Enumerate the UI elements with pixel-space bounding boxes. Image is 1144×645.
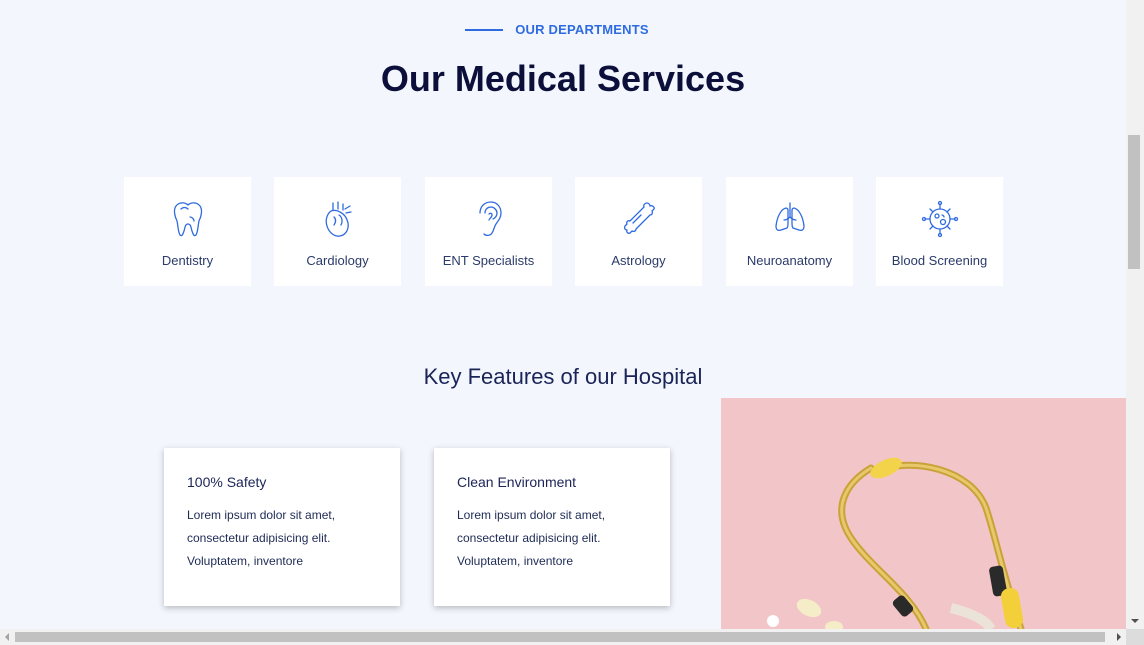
vertical-scrollbar[interactable] bbox=[1126, 0, 1144, 629]
service-label: Astrology bbox=[611, 253, 666, 268]
scroll-down-arrow-icon[interactable] bbox=[1131, 619, 1139, 623]
horizontal-scrollbar[interactable] bbox=[0, 629, 1126, 645]
feature-title: 100% Safety bbox=[187, 474, 267, 490]
feature-text: Lorem ipsum dolor sit amet, consectetur … bbox=[457, 508, 606, 568]
service-label: Dentistry bbox=[161, 253, 214, 268]
service-label: ENT Specialists bbox=[442, 253, 535, 268]
feature-text: Lorem ipsum dolor sit amet, consectetur … bbox=[187, 508, 336, 568]
service-card-cardiology[interactable]: Cardiology bbox=[274, 177, 401, 286]
eyebrow-text: OUR DEPARTMENTS bbox=[515, 22, 649, 37]
bone-icon bbox=[623, 202, 655, 234]
stethoscope-image bbox=[721, 398, 1126, 629]
feature-title: Clean Environment bbox=[457, 474, 577, 490]
page-viewport: OUR DEPARTMENTS Our Medical Services Den… bbox=[0, 0, 1126, 629]
service-card-astrology[interactable]: Astrology bbox=[575, 177, 702, 286]
eyebrow-line bbox=[465, 28, 504, 31]
lungs-icon bbox=[774, 202, 805, 232]
feature-card-safety: 100% Safety Lorem ipsum dolor sit amet, … bbox=[164, 448, 400, 606]
scroll-right-arrow-icon[interactable] bbox=[1117, 633, 1121, 641]
virus-icon bbox=[921, 200, 958, 238]
service-card-dentistry[interactable]: Dentistry bbox=[124, 177, 251, 286]
service-card-neuroanatomy[interactable]: Neuroanatomy bbox=[726, 177, 853, 286]
stethoscope-photo bbox=[721, 398, 1126, 629]
scroll-left-arrow-icon[interactable] bbox=[5, 633, 9, 641]
feature-card-clean: Clean Environment Lorem ipsum dolor sit … bbox=[434, 448, 670, 606]
section-eyebrow: OUR DEPARTMENTS bbox=[0, 22, 1120, 37]
tooth-icon bbox=[173, 202, 202, 237]
service-card-blood-screening[interactable]: Blood Screening bbox=[876, 177, 1003, 286]
vertical-scrollbar-thumb[interactable] bbox=[1128, 135, 1140, 269]
scrollbar-corner bbox=[1126, 629, 1144, 645]
service-label: Neuroanatomy bbox=[746, 253, 833, 268]
features-title: Key Features of our Hospital bbox=[423, 364, 703, 389]
ear-icon bbox=[478, 201, 502, 237]
service-label: Blood Screening bbox=[891, 253, 988, 268]
service-label: Cardiology bbox=[306, 253, 369, 268]
horizontal-scrollbar-thumb[interactable] bbox=[15, 632, 1105, 642]
service-card-ent[interactable]: ENT Specialists bbox=[425, 177, 552, 286]
heart-organ-icon bbox=[325, 201, 352, 237]
page-title: Our Medical Services bbox=[380, 58, 746, 99]
services-grid: Dentistry Cardiology ENT Specialists Ast… bbox=[124, 177, 1004, 286]
